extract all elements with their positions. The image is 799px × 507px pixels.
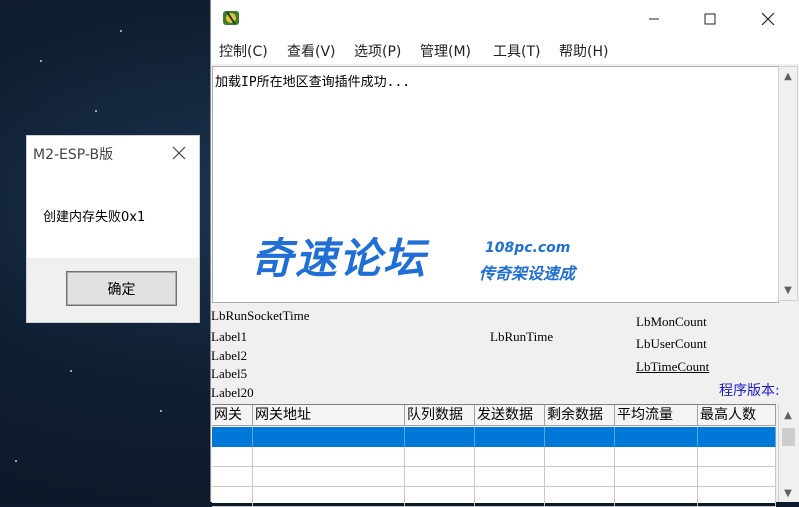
lb-user-count: LbUserCount [636, 336, 707, 351]
label5: Label5 [211, 366, 248, 381]
main-window: 控制(C) 查看(V) 选项(P) 管理(M) 工具(T) 帮助(H) 加载IP… [210, 0, 799, 507]
column-header[interactable]: 发送数据 [475, 405, 545, 426]
watermark-title: 奇速论坛 [251, 234, 428, 283]
column-header[interactable]: 最高人数 [698, 405, 776, 426]
lb-run-time: LbRunTime [490, 329, 554, 344]
table-row[interactable] [212, 447, 776, 467]
scroll-up-icon[interactable]: ▲ [779, 67, 797, 85]
label20: Label20 [211, 385, 254, 400]
minimize-button[interactable] [631, 0, 677, 38]
dialog-close-button[interactable] [165, 140, 193, 166]
ok-button[interactable]: 确定 [66, 271, 177, 306]
menu-control[interactable]: 控制(C) [219, 41, 268, 61]
star [15, 460, 17, 462]
table-row[interactable] [212, 427, 776, 447]
column-header[interactable]: 网关地址 [253, 405, 405, 426]
menu-tools[interactable]: 工具(T) [493, 41, 540, 61]
scroll-up-icon[interactable]: ▲ [779, 406, 797, 424]
watermark-domain: 108pc.com [485, 240, 571, 256]
column-header[interactable]: 网关 [212, 405, 253, 426]
status-panel: LbRunSocketTime Label1 Label2 Label5 Lab… [211, 304, 799, 402]
watermark-logo: 奇速论坛 108pc.com 传奇架设速成 [251, 232, 575, 288]
star [160, 410, 162, 412]
minimize-icon [649, 18, 659, 20]
error-dialog: M2-ESP-B版 创建内存失败0x1 确定 [26, 135, 200, 323]
menu-manage[interactable]: 管理(M) [420, 41, 471, 61]
dialog-title: M2-ESP-B版 [33, 147, 114, 163]
label1: Label1 [211, 329, 248, 344]
star [70, 370, 72, 372]
table-scrollbar[interactable]: ▲ ▼ [778, 404, 798, 502]
maximize-icon [704, 13, 716, 25]
column-header[interactable]: 队列数据 [405, 405, 475, 426]
label2: Label2 [211, 348, 248, 363]
program-version-label: 程序版本: [719, 383, 780, 399]
app-icon [223, 11, 239, 25]
log-text: 加载IP所在地区查询插件成功... [215, 75, 411, 90]
menu-help[interactable]: 帮助(H) [559, 41, 608, 61]
scroll-thumb[interactable] [782, 428, 795, 446]
watermark-subtitle: 传奇架设速成 [479, 264, 576, 283]
lb-mon-count: LbMonCount [636, 314, 707, 329]
gateway-table[interactable]: 网关 网关地址 队列数据 发送数据 剩余数据 平均流量 最高人数 [212, 404, 776, 507]
star [95, 110, 97, 112]
titlebar [211, 0, 799, 38]
close-icon [172, 146, 186, 160]
menu-view[interactable]: 查看(V) [287, 41, 336, 61]
menu-options[interactable]: 选项(P) [354, 41, 401, 61]
lb-time-count: LbTimeCount [636, 359, 710, 374]
column-header[interactable]: 平均流量 [615, 405, 698, 426]
menubar: 控制(C) 查看(V) 选项(P) 管理(M) 工具(T) 帮助(H) [211, 38, 799, 64]
close-icon [761, 12, 775, 26]
table-header: 网关 网关地址 队列数据 发送数据 剩余数据 平均流量 最高人数 [212, 405, 776, 426]
close-button[interactable] [745, 0, 791, 38]
maximize-button[interactable] [687, 0, 733, 38]
star [120, 30, 122, 32]
column-header[interactable]: 剩余数据 [545, 405, 615, 426]
log-scrollbar[interactable]: ▲ ▼ [778, 66, 798, 301]
dialog-footer: 确定 [27, 258, 199, 322]
lb-run-socket-time: LbRunSocketTime [211, 308, 310, 323]
star [40, 60, 42, 62]
table-row[interactable] [212, 487, 776, 507]
dialog-message: 创建内存失败0x1 [43, 210, 146, 225]
scroll-down-icon[interactable]: ▼ [779, 281, 797, 299]
scroll-down-icon[interactable]: ▼ [779, 484, 797, 502]
table-row[interactable] [212, 467, 776, 487]
